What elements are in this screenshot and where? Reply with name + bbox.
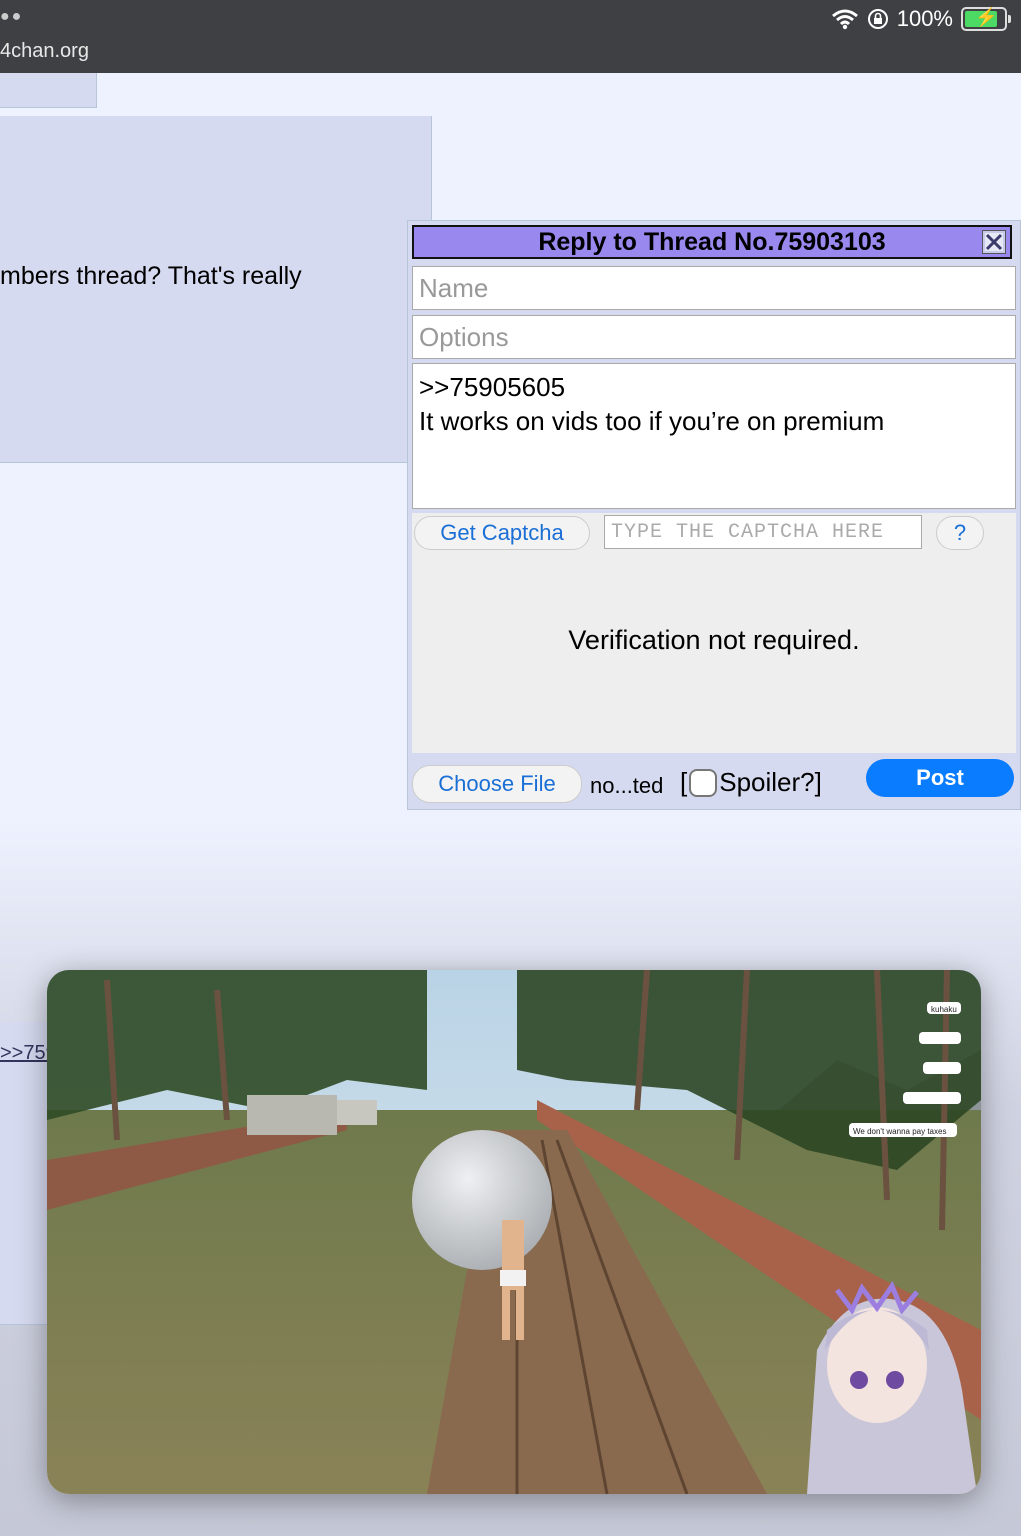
choose-file-button[interactable]: Choose File bbox=[412, 765, 582, 803]
spoiler-label: Spoiler?] bbox=[719, 767, 822, 797]
reply-post-lower bbox=[0, 1022, 48, 1325]
multitasking-dots-icon[interactable]: ●● bbox=[0, 8, 23, 26]
wifi-icon bbox=[831, 8, 859, 30]
orientation-lock-icon bbox=[867, 8, 889, 30]
captcha-area: Get Captcha ? Verification not required. bbox=[412, 513, 1016, 753]
comment-textarea[interactable]: >>75905605 It works on vids too if you’r… bbox=[412, 363, 1016, 509]
video-boulder bbox=[412, 1130, 552, 1270]
get-captcha-button[interactable]: Get Captcha bbox=[414, 516, 590, 550]
name-field[interactable] bbox=[412, 266, 1016, 310]
quick-reply-header[interactable]: Reply to Thread No.75903103 bbox=[412, 225, 1012, 259]
spoiler-option: [ Spoiler?] bbox=[680, 767, 822, 798]
captcha-input[interactable] bbox=[604, 515, 922, 549]
address-bar[interactable]: 4chan.org bbox=[0, 40, 89, 63]
spoiler-checkbox[interactable] bbox=[689, 768, 718, 797]
options-field[interactable] bbox=[412, 315, 1016, 359]
spoiler-bracket: [ bbox=[680, 767, 688, 797]
chat-message: We don't wanna pay taxes bbox=[853, 1127, 946, 1136]
post-stub bbox=[0, 73, 97, 108]
status-bar: ●● 4chan.org 100% ⚡ bbox=[0, 0, 1021, 73]
video-crates bbox=[247, 1095, 337, 1135]
close-icon[interactable] bbox=[982, 230, 1006, 254]
post-button[interactable]: Post bbox=[866, 759, 1014, 797]
battery-charging-icon: ⚡ bbox=[961, 7, 1011, 31]
battery-percent: 100% bbox=[896, 6, 953, 31]
chat-message: kuhaku bbox=[931, 1005, 957, 1014]
captcha-help-button[interactable]: ? bbox=[936, 516, 984, 550]
picture-in-picture-video[interactable]: kuhaku We don't wanna pay taxes bbox=[47, 970, 981, 1494]
file-status: no...ted bbox=[590, 773, 664, 798]
verification-message: Verification not required. bbox=[568, 625, 860, 655]
quick-reply-form: Reply to Thread No.75903103 >>75905605 I… bbox=[407, 220, 1021, 810]
quick-reply-title: Reply to Thread No.75903103 bbox=[538, 228, 886, 256]
video-crates bbox=[337, 1100, 377, 1125]
quote-link[interactable]: >>75905 bbox=[0, 1042, 48, 1065]
status-indicators: 100% ⚡ bbox=[831, 6, 1011, 32]
post-comment-text: mbers thread? That's really bbox=[0, 262, 302, 290]
